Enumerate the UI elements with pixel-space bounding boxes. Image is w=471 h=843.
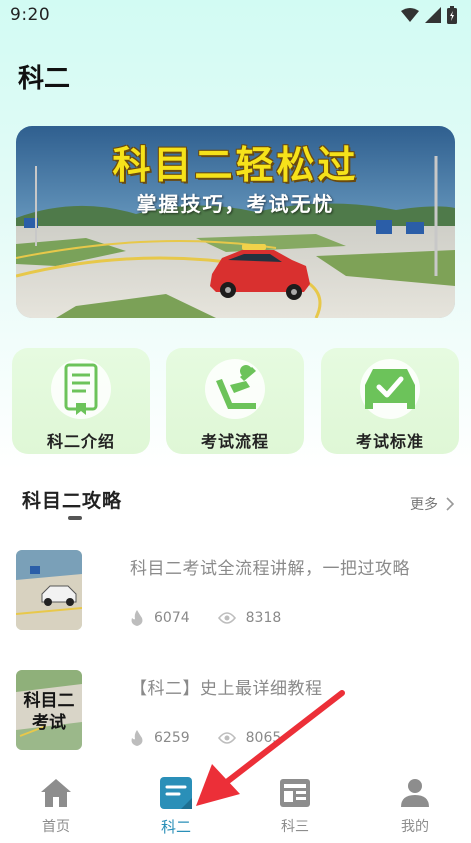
page-title: 科二 [18, 64, 71, 94]
tab-home[interactable]: 首页 [16, 776, 96, 838]
status-time: 9:20 [10, 5, 51, 25]
signal-icon [425, 7, 441, 23]
quick-link-label: 考试标准 [355, 432, 424, 451]
flame-icon [131, 730, 143, 746]
tab-label: 首页 [42, 819, 70, 835]
article-thumbnail: 科目二 考试 [16, 670, 82, 750]
note-icon [159, 776, 193, 810]
likes-stat: 6259 [130, 730, 190, 746]
section-title: 科目二攻略 [22, 490, 123, 512]
chevron-right-icon [446, 497, 454, 511]
thumbnail-text-line2: 考试 [31, 712, 66, 733]
status-bar: 9:20 [0, 0, 471, 30]
promo-banner[interactable]: 科目二轻松过 掌握技巧，考试无忧 [16, 126, 455, 318]
likes-count: 6074 [154, 610, 190, 626]
article-item[interactable]: 科目二考试全流程讲解，一把过攻略 6074 8318 [16, 550, 456, 632]
user-icon [398, 776, 432, 810]
layout-icon [278, 776, 312, 810]
quick-links: 科二介绍 考试流程 考试标准 [12, 348, 459, 454]
tab-ke-san[interactable]: 科三 [255, 776, 335, 838]
car-check-icon [355, 359, 425, 419]
bottom-tab-bar: 首页 科二 科三 我的 [0, 766, 471, 843]
flame-icon [131, 610, 143, 626]
views-stat: 8065 [217, 730, 282, 746]
article-title: 科目二考试全流程讲解，一把过攻略 [130, 559, 410, 579]
quick-link-label: 科二介绍 [46, 432, 115, 451]
tab-label: 科二 [160, 818, 191, 836]
eye-icon [217, 612, 236, 624]
tab-label: 我的 [401, 819, 429, 835]
tab-ke-er[interactable]: 科二 [136, 776, 216, 838]
article-item[interactable]: 科目二 考试 【科二】史上最详细教程 6259 8065 [16, 670, 456, 752]
quick-link-standard[interactable]: 考试标准 [321, 348, 459, 454]
views-stat: 8318 [217, 610, 282, 626]
quick-link-intro[interactable]: 科二介绍 [12, 348, 150, 454]
section-header: 科目二攻略 更多 [22, 486, 454, 526]
likes-stat: 6074 [130, 610, 190, 626]
likes-count: 6259 [154, 730, 190, 746]
article-stats: 6074 8318 [130, 610, 281, 626]
thumbnail-text-line1: 科目二 [24, 690, 75, 711]
more-link[interactable]: 更多 [410, 494, 454, 514]
home-icon [39, 776, 73, 810]
seat-icon [200, 359, 270, 419]
banner-title: 科目二轻松过 [112, 143, 359, 187]
article-thumbnail [16, 550, 82, 630]
tab-profile[interactable]: 我的 [375, 776, 455, 838]
section-indicator [68, 516, 82, 520]
tab-label: 科三 [281, 819, 309, 835]
more-link-label: 更多 [410, 497, 438, 513]
views-count: 8318 [245, 610, 282, 626]
banner-subtitle: 掌握技巧，考试无忧 [136, 192, 335, 216]
certificate-icon [46, 359, 116, 419]
article-title: 【科二】史上最详细教程 [130, 679, 323, 699]
status-icons [401, 6, 457, 24]
battery-icon [447, 6, 457, 24]
views-count: 8065 [245, 730, 282, 746]
quick-link-label: 考试流程 [200, 432, 269, 451]
wifi-icon [401, 8, 419, 22]
article-stats: 6259 8065 [130, 730, 281, 746]
eye-icon [217, 732, 236, 744]
quick-link-process[interactable]: 考试流程 [166, 348, 304, 454]
